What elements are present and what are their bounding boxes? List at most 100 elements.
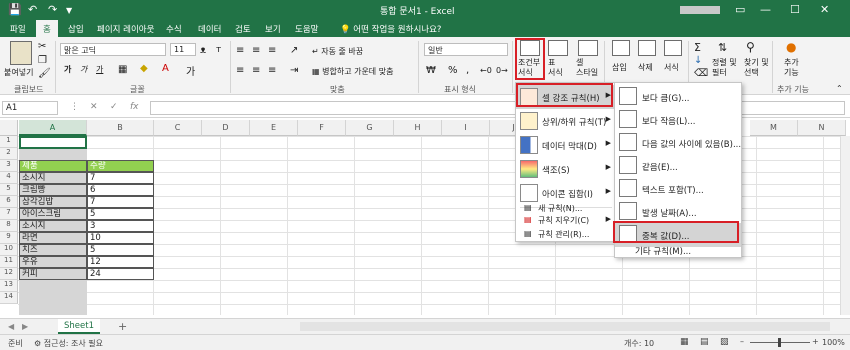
row-header[interactable]: 1	[0, 136, 18, 148]
next-sheet-icon[interactable]: ▶	[22, 322, 28, 331]
zoom-thumb[interactable]	[778, 338, 781, 347]
submenu-item-between[interactable]: 다음 값의 사이에 있음(B)...	[615, 131, 741, 155]
table-cell[interactable]: 7	[87, 196, 154, 208]
align-center-icon[interactable]: ≡	[252, 65, 260, 76]
maximize-button[interactable]: ☐	[790, 3, 800, 16]
fill-color-icon[interactable]: ◆	[140, 63, 148, 74]
user-account[interactable]	[680, 6, 720, 14]
comma-icon[interactable]: ,	[466, 65, 469, 76]
align-right-icon[interactable]: ≡	[268, 65, 276, 76]
column-header-n[interactable]: N	[798, 120, 846, 136]
column-header-i[interactable]: I	[442, 120, 490, 136]
minimize-button[interactable]: —	[760, 3, 771, 16]
table-cell[interactable]: 치즈	[19, 244, 87, 256]
orientation-icon[interactable]: ↗	[290, 45, 298, 56]
page-break-view-icon[interactable]: ▧	[720, 337, 729, 347]
insert-function-button[interactable]: fx	[130, 102, 139, 112]
column-header-m[interactable]: M	[750, 120, 798, 136]
add-sheet-button[interactable]: +	[118, 320, 127, 333]
cancel-icon[interactable]: ✕	[90, 102, 98, 112]
redo-icon[interactable]: ↷	[48, 3, 57, 16]
menu-item-color-scales[interactable]: 색조(S) ▶	[516, 157, 616, 181]
row-header[interactable]: 2	[0, 148, 18, 160]
row-header[interactable]: 3	[0, 160, 18, 172]
row-header[interactable]: 7	[0, 208, 18, 220]
add-ins-button[interactable]: 추가 기능	[784, 58, 799, 78]
align-bottom-icon[interactable]: ≡	[268, 45, 276, 56]
align-middle-icon[interactable]: ≡	[252, 45, 260, 56]
row-header[interactable]: 5	[0, 184, 18, 196]
select-all-corner[interactable]	[0, 120, 18, 136]
prev-sheet-icon[interactable]: ◀	[8, 322, 14, 331]
sheet-tab-sheet1[interactable]: Sheet1	[58, 319, 100, 334]
row-header[interactable]: 8	[0, 220, 18, 232]
table-cell[interactable]: 7	[87, 172, 154, 184]
tab-file[interactable]: 파일	[10, 23, 26, 35]
number-format-combo[interactable]: 일반	[424, 43, 508, 56]
submenu-item-equal-to[interactable]: 같음(E)...	[615, 154, 737, 178]
tell-me-search[interactable]: 💡 어떤 작업을 원하시나요?	[340, 23, 441, 35]
menu-item-data-bars[interactable]: 데이터 막대(D) ▶	[516, 133, 616, 157]
tab-page-layout[interactable]: 페이지 레이아웃	[97, 23, 154, 35]
menu-item-clear-rules[interactable]: ▤ 규칙 지우기(C) ▶	[516, 213, 616, 227]
cut-icon[interactable]: ✂	[38, 41, 46, 52]
horizontal-scrollbar[interactable]	[300, 322, 830, 331]
delete-cells-button[interactable]: 삭제	[638, 62, 653, 73]
row-header[interactable]: 12	[0, 268, 18, 280]
bold-button[interactable]: 가	[64, 64, 71, 75]
active-cell[interactable]	[19, 136, 87, 149]
percent-button[interactable]: %	[448, 65, 458, 76]
customize-qat-icon[interactable]: ▼	[66, 6, 72, 15]
row-header[interactable]: 6	[0, 196, 18, 208]
grow-font-icon[interactable]: ᴥ	[200, 45, 206, 56]
increase-decimal-icon[interactable]: ←0	[480, 66, 492, 75]
column-header-f[interactable]: F	[298, 120, 346, 136]
format-as-table-button[interactable]: 표 서식	[548, 58, 563, 78]
column-header-b[interactable]: B	[87, 120, 154, 136]
format-painter-icon[interactable]: 🖌	[38, 68, 51, 79]
tab-home[interactable]: 홈	[36, 20, 58, 37]
table-cell[interactable]: 10	[87, 232, 154, 244]
normal-view-icon[interactable]: ▦	[680, 337, 689, 347]
paste-button[interactable]: 붙여넣기	[4, 67, 33, 78]
row-header[interactable]: 4	[0, 172, 18, 184]
zoom-out-icon[interactable]: –	[740, 337, 744, 346]
font-color-icon[interactable]: A	[162, 63, 169, 74]
column-header-a[interactable]: A	[19, 120, 87, 136]
table-cell[interactable]: 6	[87, 184, 154, 196]
submenu-item-greater-than[interactable]: 보다 큼(G)...	[615, 85, 737, 109]
phonetic-icon[interactable]: 가	[186, 63, 195, 78]
sort-filter-button[interactable]: 정렬 및 필터	[712, 58, 737, 78]
submenu-item-more-rules[interactable]: 기타 규칙(M)...	[615, 243, 737, 257]
tab-data[interactable]: 데이터	[198, 23, 221, 35]
row-header[interactable]: 9	[0, 232, 18, 244]
font-size-combo[interactable]: 11	[170, 43, 196, 56]
save-icon[interactable]: 💾	[8, 3, 22, 16]
table-cell[interactable]: 라면	[19, 232, 87, 244]
page-layout-view-icon[interactable]: ▤	[700, 337, 709, 347]
undo-icon[interactable]: ↶	[28, 3, 37, 16]
decrease-decimal-icon[interactable]: 0→	[496, 66, 508, 75]
indent-icon[interactable]: ⇥	[290, 65, 298, 76]
tab-review[interactable]: 검토	[235, 23, 251, 35]
border-icon[interactable]: ▦	[118, 64, 127, 75]
cell-styles-button[interactable]: 셀 스타일	[576, 58, 598, 78]
table-header-cell[interactable]: 제품	[19, 160, 87, 172]
align-top-icon[interactable]: ≡	[236, 45, 244, 56]
copy-icon[interactable]: ❐	[38, 55, 47, 66]
zoom-in-icon[interactable]: +	[812, 337, 819, 346]
tab-view[interactable]: 보기	[265, 23, 281, 35]
underline-button[interactable]: 가	[96, 64, 103, 75]
paste-icon[interactable]	[10, 41, 32, 65]
clear-icon[interactable]: ⌫	[694, 68, 708, 79]
row-header[interactable]: 10	[0, 244, 18, 256]
table-cell[interactable]: 크림빵	[19, 184, 87, 196]
menu-item-new-rule[interactable]: ▤ 새 규칙(N)...	[516, 197, 616, 213]
add-ins-icon[interactable]: ●	[786, 40, 796, 54]
zoom-level[interactable]: 100%	[822, 338, 845, 347]
enter-icon[interactable]: ✓	[110, 102, 118, 112]
column-header-c[interactable]: C	[154, 120, 202, 136]
tab-insert[interactable]: 삽입	[68, 23, 84, 35]
menu-item-top-bottom[interactable]: 상위/하위 규칙(T) ▶	[516, 109, 616, 133]
autosum-icon[interactable]: Σ	[694, 41, 701, 54]
